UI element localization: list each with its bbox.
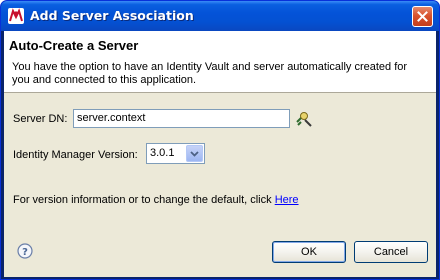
cancel-button[interactable]: Cancel xyxy=(354,241,428,263)
idm-version-label: Identity Manager Version: xyxy=(13,149,138,161)
help-icon[interactable]: ? xyxy=(17,243,33,259)
here-link[interactable]: Here xyxy=(275,194,299,206)
window-title: Add Server Association xyxy=(30,8,194,23)
dropdown-button[interactable] xyxy=(186,145,203,162)
server-dn-input[interactable]: server.context xyxy=(73,109,290,128)
title-bar[interactable]: Add Server Association xyxy=(1,1,439,31)
version-info-text: For version information or to change the… xyxy=(13,194,299,206)
page-title: Auto-Create a Server xyxy=(9,38,139,53)
browse-object-icon[interactable] xyxy=(295,110,313,128)
app-logo-icon xyxy=(8,8,24,24)
chevron-down-icon xyxy=(190,150,199,157)
dialog-body: Auto-Create a Server You have the option… xyxy=(4,31,436,277)
idm-version-select[interactable]: 3.0.1 xyxy=(146,143,205,164)
page-description: You have the option to have an Identity … xyxy=(12,61,408,86)
dialog-window: Add Server Association Auto-Create a Ser… xyxy=(0,0,440,280)
server-dn-label: Server DN: xyxy=(13,113,68,125)
ok-button[interactable]: OK xyxy=(272,241,346,263)
close-button[interactable] xyxy=(412,6,433,27)
idm-version-value: 3.0.1 xyxy=(150,147,175,159)
header-banner: Auto-Create a Server You have the option… xyxy=(4,31,436,93)
svg-text:?: ? xyxy=(22,247,28,258)
version-info-prefix: For version information or to change the… xyxy=(13,194,275,206)
close-icon xyxy=(417,11,428,22)
